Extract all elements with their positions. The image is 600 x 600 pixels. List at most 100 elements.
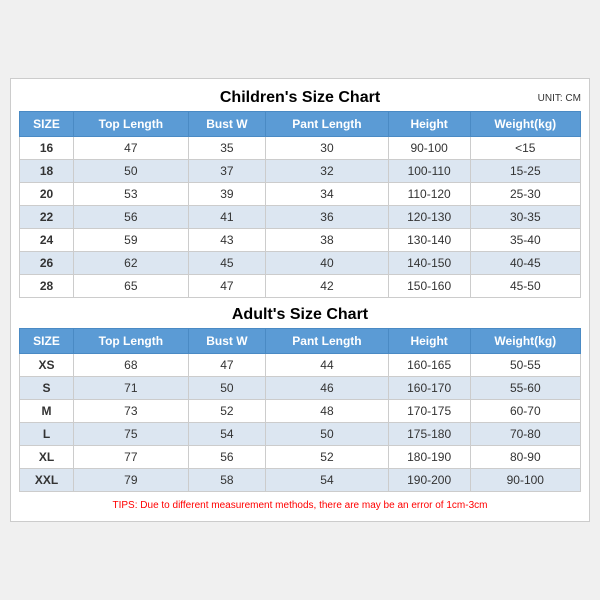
children-col-size: SIZE [20,112,74,137]
table-cell: 20 [20,183,74,206]
table-row: 22564136120-13030-35 [20,206,581,229]
table-row: 28654742150-16045-50 [20,275,581,298]
adults-col-top-length: Top Length [74,329,189,354]
table-row: 20533934110-12025-30 [20,183,581,206]
table-cell: 90-100 [470,469,580,492]
table-cell: 41 [188,206,266,229]
adults-table-header: SIZE Top Length Bust W Pant Length Heigh… [20,329,581,354]
adults-table-body: XS684744160-16550-55S715046160-17055-60M… [20,354,581,492]
table-row: S715046160-17055-60 [20,377,581,400]
table-cell: 45-50 [470,275,580,298]
table-cell: 39 [188,183,266,206]
table-row: M735248170-17560-70 [20,400,581,423]
table-cell: 50-55 [470,354,580,377]
table-cell: 48 [266,400,388,423]
table-cell: 15-25 [470,160,580,183]
children-col-height: Height [388,112,470,137]
children-col-pant-length: Pant Length [266,112,388,137]
table-cell: 47 [74,137,189,160]
children-table-header: SIZE Top Length Bust W Pant Length Heigh… [20,112,581,137]
table-cell: 175-180 [388,423,470,446]
table-cell: 55-60 [470,377,580,400]
table-cell: 56 [74,206,189,229]
table-cell: 58 [188,469,266,492]
table-cell: 22 [20,206,74,229]
table-cell: 40-45 [470,252,580,275]
table-cell: 24 [20,229,74,252]
table-cell: 46 [266,377,388,400]
table-cell: 40 [266,252,388,275]
table-row: XXL795854190-20090-100 [20,469,581,492]
table-cell: 35-40 [470,229,580,252]
table-cell: 34 [266,183,388,206]
children-col-weight: Weight(kg) [470,112,580,137]
table-cell: 38 [266,229,388,252]
table-cell: 60-70 [470,400,580,423]
table-cell: 52 [266,446,388,469]
table-row: XS684744160-16550-55 [20,354,581,377]
adults-size-table: SIZE Top Length Bust W Pant Length Heigh… [19,328,581,492]
table-cell: 71 [74,377,189,400]
table-cell: L [20,423,74,446]
table-cell: 25-30 [470,183,580,206]
adults-col-height: Height [388,329,470,354]
table-row: XL775652180-19080-90 [20,446,581,469]
adults-section-title: Adult's Size Chart [232,306,368,324]
table-cell: 73 [74,400,189,423]
table-cell: 30 [266,137,388,160]
table-cell: XL [20,446,74,469]
children-size-table: SIZE Top Length Bust W Pant Length Heigh… [19,111,581,298]
table-cell: 56 [188,446,266,469]
table-cell: 54 [266,469,388,492]
table-cell: 62 [74,252,189,275]
table-row: L755450175-18070-80 [20,423,581,446]
table-cell: 18 [20,160,74,183]
table-cell: <15 [470,137,580,160]
table-cell: 100-110 [388,160,470,183]
table-cell: 45 [188,252,266,275]
table-cell: 77 [74,446,189,469]
adults-col-pant-length: Pant Length [266,329,388,354]
children-table-body: 1647353090-100<1518503732100-11015-25205… [20,137,581,298]
table-cell: 50 [266,423,388,446]
table-row: 18503732100-11015-25 [20,160,581,183]
table-cell: 26 [20,252,74,275]
table-cell: 110-120 [388,183,470,206]
table-cell: 140-150 [388,252,470,275]
table-cell: 28 [20,275,74,298]
table-cell: 68 [74,354,189,377]
table-cell: 47 [188,275,266,298]
table-row: 24594338130-14035-40 [20,229,581,252]
table-cell: 30-35 [470,206,580,229]
table-cell: 59 [74,229,189,252]
children-col-top-length: Top Length [74,112,189,137]
adults-col-bust-w: Bust W [188,329,266,354]
table-cell: 52 [188,400,266,423]
children-title-row: Children's Size Chart UNIT: CM [19,89,581,107]
table-cell: 53 [74,183,189,206]
adults-title-row: Adult's Size Chart [19,306,581,324]
table-cell: 160-170 [388,377,470,400]
table-cell: 190-200 [388,469,470,492]
adults-header-row: SIZE Top Length Bust W Pant Length Heigh… [20,329,581,354]
table-cell: 54 [188,423,266,446]
table-cell: 50 [188,377,266,400]
table-cell: 160-165 [388,354,470,377]
table-cell: 130-140 [388,229,470,252]
table-cell: 44 [266,354,388,377]
table-cell: 79 [74,469,189,492]
table-cell: 50 [74,160,189,183]
table-cell: 32 [266,160,388,183]
table-cell: 80-90 [470,446,580,469]
table-cell: 47 [188,354,266,377]
table-cell: 70-80 [470,423,580,446]
table-cell: 75 [74,423,189,446]
table-cell: 120-130 [388,206,470,229]
table-cell: 35 [188,137,266,160]
table-row: 26624540140-15040-45 [20,252,581,275]
table-cell: M [20,400,74,423]
table-row: 1647353090-100<15 [20,137,581,160]
table-cell: 43 [188,229,266,252]
table-cell: XS [20,354,74,377]
table-cell: 37 [188,160,266,183]
